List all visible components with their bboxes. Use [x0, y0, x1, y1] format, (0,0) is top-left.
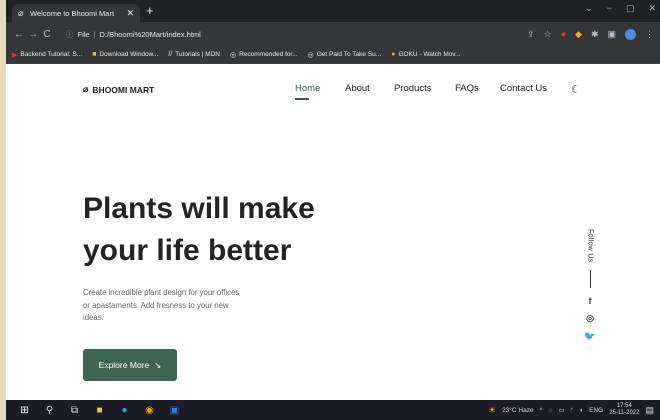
address-url: D:/Bhoomi%20Mart/index.html: [99, 29, 201, 39]
volume-icon[interactable]: ◖: [579, 407, 583, 414]
notification-icon[interactable]: ▤: [645, 405, 654, 416]
hero-title-line: Plants will make: [83, 192, 315, 225]
bookmark-label: GOKU - Watch Mov...: [398, 51, 461, 58]
bookmark-item[interactable]: // Tutorials | MDN: [168, 51, 220, 58]
web-page: ⌀ BHOOMI MART Home About Products FAQs C…: [6, 64, 660, 400]
nav-faqs[interactable]: FAQs: [455, 83, 479, 94]
hero-description: Create incredible plant design for your …: [83, 287, 283, 325]
info-icon[interactable]: ⓘ: [66, 29, 74, 40]
hero-title: Plants will make your life better: [83, 188, 315, 272]
close-tab-icon[interactable]: ✕: [126, 8, 134, 19]
chevron-down-icon[interactable]: ⌄: [585, 3, 593, 14]
arrow-down-right-icon: ↘: [154, 359, 162, 370]
bookmark-label: Download Window...: [99, 51, 159, 58]
chevron-up-icon[interactable]: ^: [540, 407, 543, 414]
bookmark-label: Tutorials | MDN: [175, 51, 220, 58]
bookmark-item[interactable]: ◎ Recommended for...: [230, 51, 298, 59]
chrome-icon[interactable]: ◉: [137, 405, 162, 416]
extension-red-icon[interactable]: ●: [561, 29, 566, 39]
address-bar-row: ← → C ⓘ File | D:/Bhoomi%20Mart/index.ht…: [6, 22, 660, 46]
battery-icon[interactable]: ▭: [559, 406, 565, 414]
nav-about[interactable]: About: [345, 83, 370, 94]
puzzle-icon[interactable]: ✱: [591, 29, 599, 40]
nav-contact[interactable]: Contact Us: [500, 83, 547, 94]
close-window-icon[interactable]: ✕: [648, 3, 656, 14]
browser-tab-bar: ⌀ Welcome to Bhoomi Mart ✕ + ⌄ − ▢ ✕: [6, 0, 660, 22]
extension-icon[interactable]: ◆: [575, 29, 582, 40]
screen: ⌀ Welcome to Bhoomi Mart ✕ + ⌄ − ▢ ✕ ← →…: [6, 0, 660, 420]
globe-icon: ◎: [230, 51, 237, 59]
address-scheme: File: [77, 29, 90, 39]
address-bar[interactable]: ⓘ File | D:/Bhoomi%20Mart/index.html: [60, 26, 207, 42]
social-sidebar: Follow Us f ◎ 🐦: [582, 229, 598, 349]
youtube-icon: ▶: [12, 51, 18, 59]
reload-icon[interactable]: C: [40, 29, 54, 40]
clock-date: 25-11-2022: [609, 410, 640, 416]
leaf-icon: ⌀: [83, 84, 89, 94]
clock-time: 17:54: [616, 402, 632, 409]
instagram-icon[interactable]: ◎: [586, 313, 594, 324]
download-icon: ■: [92, 51, 97, 58]
forward-icon[interactable]: →: [26, 29, 40, 40]
explore-more-button[interactable]: Explore More ↘: [83, 349, 177, 381]
toolbar-icons: ⇪ ☆ ● ◆ ✱ ▣ ⋮: [527, 28, 654, 40]
windows-taskbar: ⊞ ⚲ ⧉ ■ ● ◉ ▣ ☀ 23°C Haze ^ ◌ ▭ ◜ ◖ ENG …: [6, 400, 660, 420]
bookmarks-bar: ▶ Backend Tutorial: S... ■ Download Wind…: [6, 46, 660, 64]
sidepanel-icon[interactable]: ▣: [607, 29, 616, 40]
active-nav-underline: [295, 98, 309, 100]
site-navbar: ⌀ BHOOMI MART Home About Products FAQs C…: [6, 64, 660, 118]
globe-icon: ◎: [307, 51, 314, 59]
bookmark-label: Backend Tutorial: S...: [20, 51, 83, 58]
logo-text: BHOOMI MART: [92, 84, 155, 95]
menu-icon[interactable]: ⋮: [645, 29, 654, 40]
edge-icon[interactable]: ●: [112, 405, 137, 416]
minimize-icon[interactable]: −: [607, 3, 612, 14]
weather-icon: ☀: [487, 404, 497, 415]
language-indicator[interactable]: ENG: [589, 407, 603, 414]
nav-products[interactable]: Products: [394, 83, 432, 94]
hero-description-line: ideas.: [83, 313, 104, 322]
clock[interactable]: 17:54 25-11-2022: [609, 403, 639, 418]
search-icon[interactable]: ⚲: [37, 405, 62, 416]
hero-description-line: or apastaments. Add fresness to your new: [83, 300, 229, 310]
bookmark-label: Get Paid To Take Su...: [316, 51, 382, 58]
site-logo[interactable]: ⌀ BHOOMI MART: [83, 84, 154, 95]
window-controls: ⌄ − ▢ ✕: [585, 3, 656, 14]
divider: [589, 270, 591, 289]
share-icon[interactable]: ⇪: [527, 29, 535, 40]
goku-icon: ●: [391, 51, 396, 58]
bookmark-item[interactable]: ■ Download Window...: [92, 51, 158, 58]
system-tray: ☀ 23°C Haze ^ ◌ ▭ ◜ ◖ ENG 17:54 25-11-20…: [488, 403, 654, 418]
bookmark-item[interactable]: ● GOKU - Watch Mov...: [391, 51, 460, 58]
mdn-icon: //: [168, 51, 173, 58]
file-explorer-icon[interactable]: ■: [87, 405, 112, 416]
bookmark-item[interactable]: ◎ Get Paid To Take Su...: [308, 51, 382, 59]
star-icon[interactable]: ☆: [544, 29, 552, 40]
cta-label: Explore More: [98, 360, 150, 370]
hero-title-line: your life better: [83, 234, 292, 267]
profile-avatar[interactable]: [625, 28, 636, 40]
app-icon[interactable]: ▣: [162, 405, 187, 416]
leaf-icon: ⌀: [18, 7, 24, 18]
address-separator: |: [93, 29, 96, 39]
back-icon[interactable]: ←: [12, 29, 26, 40]
hero-description-line: Create incredible plant design for your …: [83, 288, 240, 297]
bookmark-label: Recommended for...: [239, 51, 298, 58]
twitter-icon[interactable]: 🐦: [584, 331, 595, 342]
weather-text[interactable]: 23°C Haze: [502, 407, 534, 414]
moon-icon[interactable]: ☾: [571, 83, 581, 96]
nav-home[interactable]: Home: [295, 83, 320, 94]
follow-us-label: Follow Us: [586, 229, 594, 263]
task-view-icon[interactable]: ⧉: [62, 405, 87, 416]
maximize-icon[interactable]: ▢: [626, 3, 635, 14]
new-tab-icon[interactable]: +: [146, 3, 154, 18]
wifi-icon[interactable]: ◜: [571, 406, 574, 414]
windows-start-icon[interactable]: ⊞: [12, 405, 37, 416]
facebook-icon[interactable]: f: [589, 296, 592, 306]
network-icon[interactable]: ◌: [549, 407, 553, 414]
bookmark-item[interactable]: ▶ Backend Tutorial: S...: [12, 51, 82, 59]
browser-tab[interactable]: ⌀ Welcome to Bhoomi Mart ✕: [12, 4, 140, 22]
tab-title: Welcome to Bhoomi Mart: [30, 8, 115, 18]
